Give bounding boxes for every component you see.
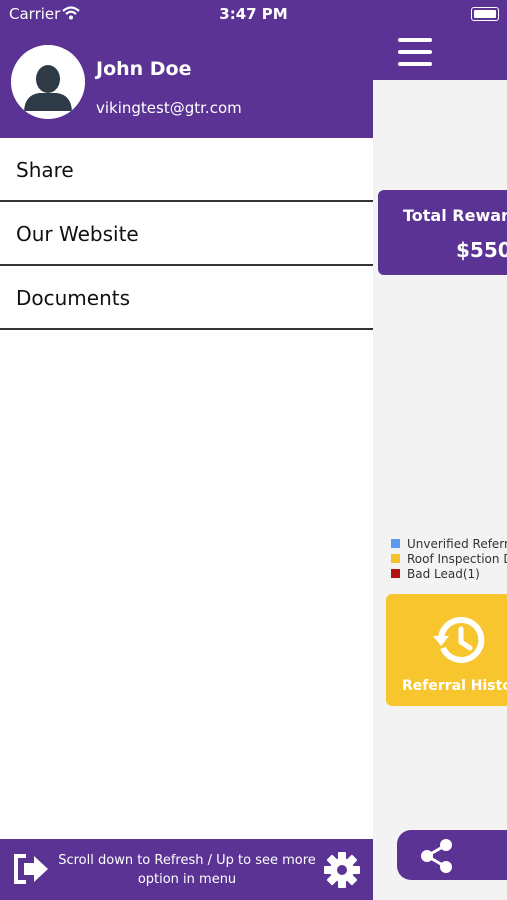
avatar[interactable] xyxy=(11,45,85,119)
menu-icon[interactable] xyxy=(398,38,432,66)
battery-icon xyxy=(471,7,499,21)
footer-hint: Scroll down to Refresh / Up to see more … xyxy=(58,853,316,887)
status-bar: Carrier 3:47 PM xyxy=(0,0,507,28)
clock: 3:47 PM xyxy=(219,5,288,23)
chart-legend: Unverified Referr Roof Inspection D Bad … xyxy=(391,536,507,581)
user-email: vikingtest@gtr.com xyxy=(96,99,242,117)
legend-swatch xyxy=(391,539,400,548)
drawer-footer: Scroll down to Refresh / Up to see more … xyxy=(0,839,373,900)
settings-icon[interactable] xyxy=(323,851,361,889)
legend-swatch xyxy=(391,554,400,563)
menu-item-share[interactable]: Share xyxy=(0,138,373,202)
legend-label: Roof Inspection D xyxy=(407,551,507,566)
avatar-icon xyxy=(11,45,85,119)
logout-icon[interactable] xyxy=(12,852,50,886)
legend-label: Unverified Referr xyxy=(407,536,507,551)
share-icon xyxy=(421,839,452,873)
total-rewards-card: Total Rewar $550 xyxy=(378,190,507,275)
legend-item: Unverified Referr xyxy=(391,536,507,551)
reward-title: Total Rewar xyxy=(403,206,507,225)
share-button[interactable] xyxy=(397,830,507,880)
reward-amount: $550 xyxy=(456,238,507,262)
user-name: John Doe xyxy=(96,58,192,80)
referral-history-button[interactable]: Referral Histor xyxy=(386,594,507,706)
referral-history-label: Referral Histor xyxy=(402,678,507,694)
history-icon xyxy=(433,616,485,663)
legend-item: Bad Lead(1) xyxy=(391,566,507,581)
menu-item-label: Share xyxy=(16,158,74,182)
legend-item: Roof Inspection D xyxy=(391,551,507,566)
menu-item-our-website[interactable]: Our Website xyxy=(0,202,373,266)
drawer-menu: Share Our Website Documents xyxy=(0,138,373,330)
navigation-drawer: John Doe vikingtest@gtr.com Share Our We… xyxy=(0,0,373,900)
legend-label: Bad Lead(1) xyxy=(407,566,480,581)
menu-item-label: Our Website xyxy=(16,222,139,246)
menu-item-label: Documents xyxy=(16,286,131,310)
menu-item-documents[interactable]: Documents xyxy=(0,266,373,330)
legend-swatch xyxy=(391,569,400,578)
